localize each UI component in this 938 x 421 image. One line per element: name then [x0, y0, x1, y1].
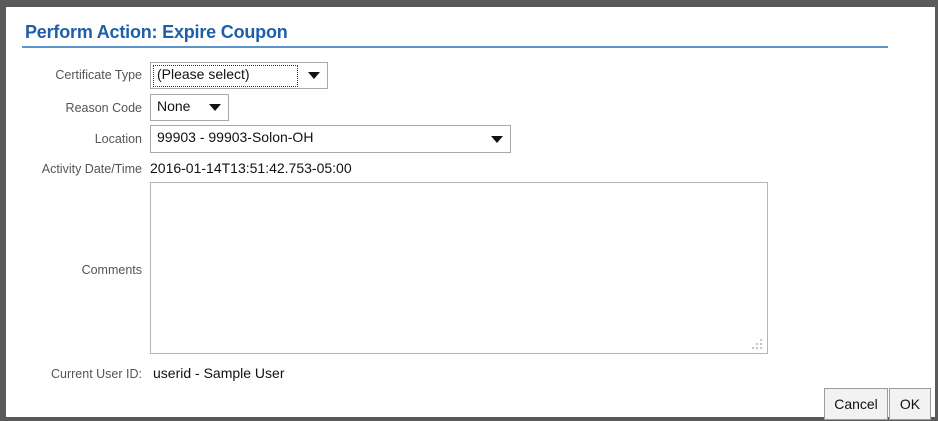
- certificate-type-label: Certificate Type: [55, 68, 142, 82]
- comments-textarea[interactable]: [150, 182, 768, 354]
- chevron-down-icon: [491, 136, 503, 143]
- chevron-down-icon: [209, 104, 221, 111]
- cancel-button[interactable]: Cancel: [824, 388, 888, 420]
- chevron-down-icon: [308, 72, 320, 79]
- reason-code-select[interactable]: None: [150, 94, 229, 121]
- current-user-value: userid - Sample User: [153, 365, 285, 381]
- current-user-label: Current User ID:: [51, 367, 142, 381]
- activity-datetime-label: Activity Date/Time: [41, 162, 142, 176]
- activity-datetime-value: 2016-01-14T13:51:42.753-05:00: [150, 160, 352, 176]
- location-value: 99903 - 99903-Solon-OH: [157, 129, 314, 145]
- certificate-type-value: (Please select): [157, 66, 250, 82]
- ok-button[interactable]: OK: [889, 388, 931, 420]
- location-select[interactable]: 99903 - 99903-Solon-OH: [150, 125, 511, 153]
- location-label: Location: [94, 132, 142, 146]
- resize-grip-icon[interactable]: [751, 338, 763, 350]
- comments-label: Comments: [81, 263, 142, 277]
- reason-code-label: Reason Code: [65, 101, 142, 115]
- title-divider: [22, 46, 888, 48]
- dialog-title: Perform Action: Expire Coupon: [25, 22, 288, 42]
- certificate-type-select[interactable]: (Please select): [150, 62, 328, 89]
- reason-code-value: None: [157, 98, 191, 114]
